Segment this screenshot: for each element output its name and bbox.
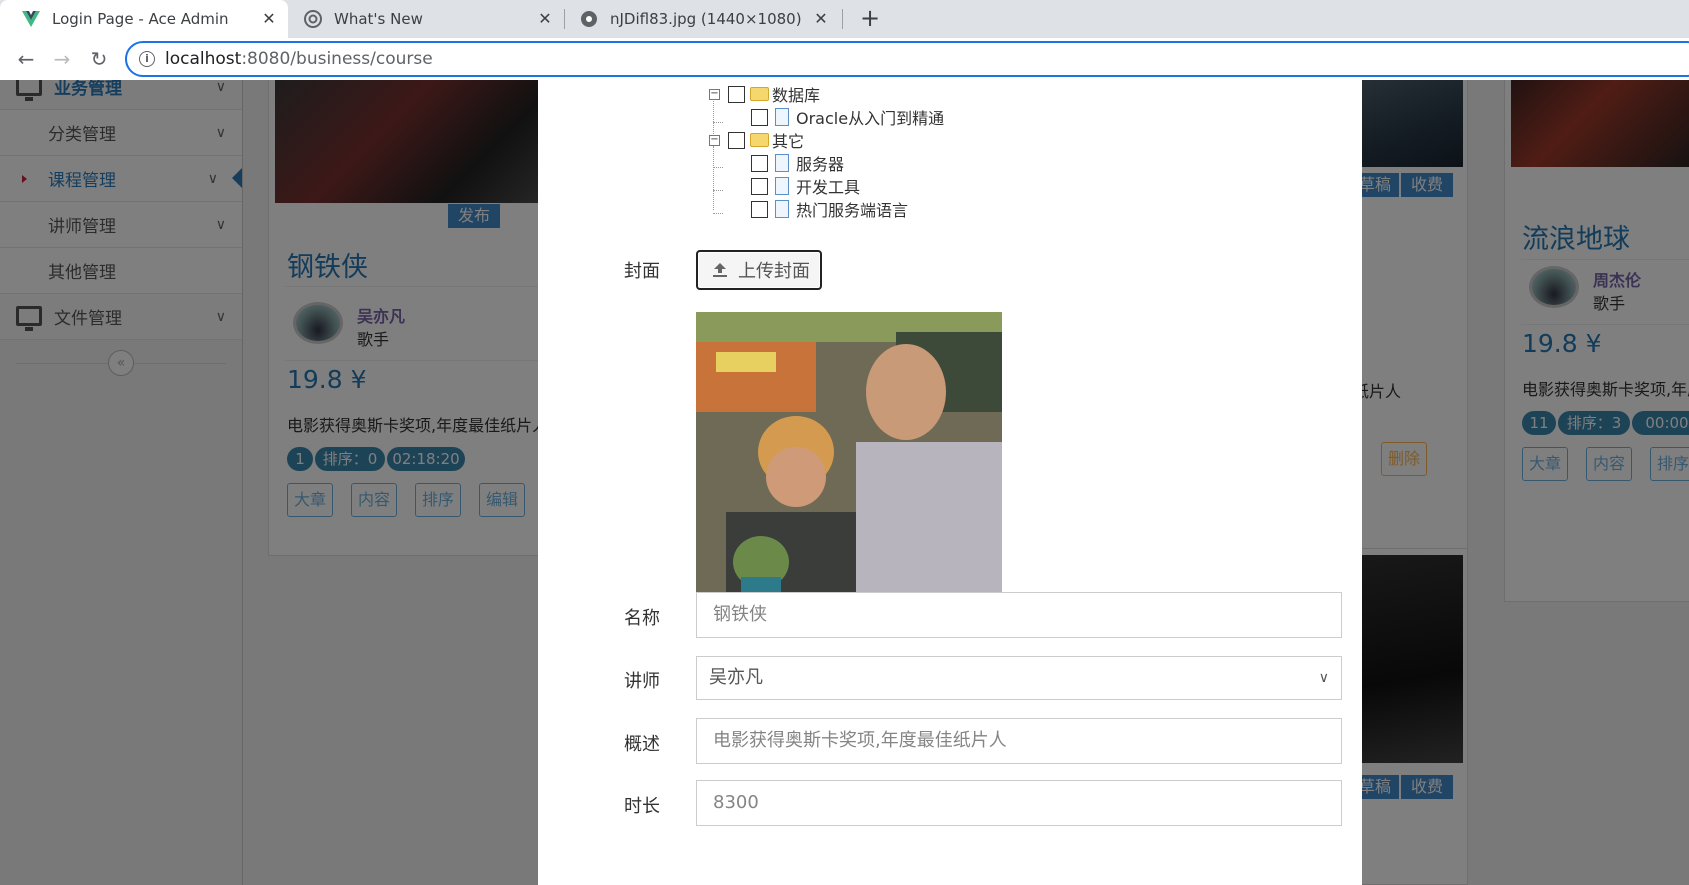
checkbox[interactable] [728, 85, 745, 103]
checkbox[interactable] [751, 108, 768, 126]
chevron-down-icon: ∨ [1318, 670, 1329, 686]
folder-icon [750, 133, 769, 147]
checkbox[interactable] [751, 177, 768, 195]
summary-input[interactable]: 电影获得奥斯卡奖项,年度最佳纸片人 [696, 718, 1342, 764]
close-tab-icon[interactable]: ✕ [536, 10, 554, 28]
name-label: 名称 [624, 608, 660, 629]
tree-node-label: Oracle从入门到精通 [796, 109, 945, 128]
tab-title: What's New [334, 10, 423, 28]
time-label: 时长 [624, 796, 660, 817]
tab-separator [842, 9, 843, 29]
teacher-select[interactable]: 吴亦凡 ∨ [696, 656, 1342, 700]
address-bar[interactable]: i localhost:8080/business/course [125, 41, 1689, 77]
tree-collapse-toggle[interactable]: − [709, 89, 720, 100]
tree-node-label: 开发工具 [796, 178, 861, 197]
close-tab-icon[interactable]: ✕ [260, 10, 278, 28]
upload-icon [712, 262, 728, 278]
browser-tabstrip: Login Page - Ace Admin ✕ What's New ✕ nJ… [0, 0, 1689, 38]
browser-toolbar: ← → ↻ i localhost:8080/business/course [0, 38, 1689, 80]
site-info-icon[interactable]: i [139, 51, 155, 67]
tree-node-leaf[interactable]: 服务器 [751, 152, 844, 174]
vue-icon [22, 10, 40, 28]
file-icon [775, 177, 789, 195]
tree-collapse-toggle[interactable]: − [709, 135, 720, 146]
tree-node-label: 热门服务端语言 [796, 201, 909, 220]
close-tab-icon[interactable]: ✕ [812, 10, 830, 28]
tab-title: Login Page - Ace Admin [52, 10, 229, 28]
file-icon [775, 108, 789, 126]
checkbox[interactable] [728, 131, 745, 149]
tree-connector [713, 167, 723, 168]
tree-connector [713, 146, 714, 210]
back-button[interactable]: ← [12, 45, 40, 73]
tree-node-leaf[interactable]: 热门服务端语言 [751, 198, 908, 220]
tab-title: nJDifl83.jpg (1440×1080) [610, 10, 802, 28]
tree-connector [713, 213, 723, 214]
tree-node-leaf[interactable]: Oracle从入门到精通 [751, 106, 944, 128]
browser-tab-whats-new[interactable]: What's New ✕ [282, 0, 564, 38]
checkbox[interactable] [751, 154, 768, 172]
file-icon [775, 200, 789, 218]
forward-button[interactable]: → [48, 45, 76, 73]
url-text: localhost:8080/business/course [165, 49, 433, 69]
cover-preview-image [696, 312, 1002, 618]
page-content: 业务管理 ∨ 分类管理 ∨ 课程管理 ∨ 讲师管理 ∨ 其他管理 文件管理 ∨ … [0, 80, 1689, 885]
browser-tab-image[interactable]: nJDifl83.jpg (1440×1080) ✕ [558, 0, 840, 38]
globe-icon [580, 10, 598, 28]
tree-connector [713, 190, 723, 191]
chrome-icon [304, 10, 322, 28]
checkbox[interactable] [751, 200, 768, 218]
tree-node-leaf[interactable]: 开发工具 [751, 175, 860, 197]
reload-button[interactable]: ↻ [85, 45, 113, 73]
upload-cover-button[interactable]: 上传封面 [696, 250, 822, 290]
tree-connector [713, 122, 723, 123]
upload-cover-label: 上传封面 [738, 261, 810, 282]
time-input[interactable]: 8300 [696, 780, 1342, 826]
tree-node-folder[interactable]: 数据库 [728, 83, 820, 105]
tree-node-label: 服务器 [796, 155, 845, 174]
course-edit-modal: − 数据库 Oracle从入门到精通 − 其它 服务器 开发工具 热门服务端语言… [538, 80, 1362, 885]
new-tab-button[interactable]: + [856, 5, 884, 33]
name-input[interactable]: 钢铁侠 [696, 592, 1342, 638]
file-icon [775, 154, 789, 172]
teacher-label: 讲师 [624, 671, 660, 692]
browser-tab-login[interactable]: Login Page - Ace Admin ✕ [0, 0, 288, 38]
cover-label: 封面 [624, 261, 660, 282]
folder-icon [750, 87, 769, 101]
tree-node-label: 数据库 [772, 86, 821, 105]
tree-node-label: 其它 [772, 132, 805, 151]
summary-label: 概述 [624, 734, 660, 755]
tree-node-folder[interactable]: 其它 [728, 129, 804, 151]
teacher-select-value: 吴亦凡 [709, 667, 763, 688]
